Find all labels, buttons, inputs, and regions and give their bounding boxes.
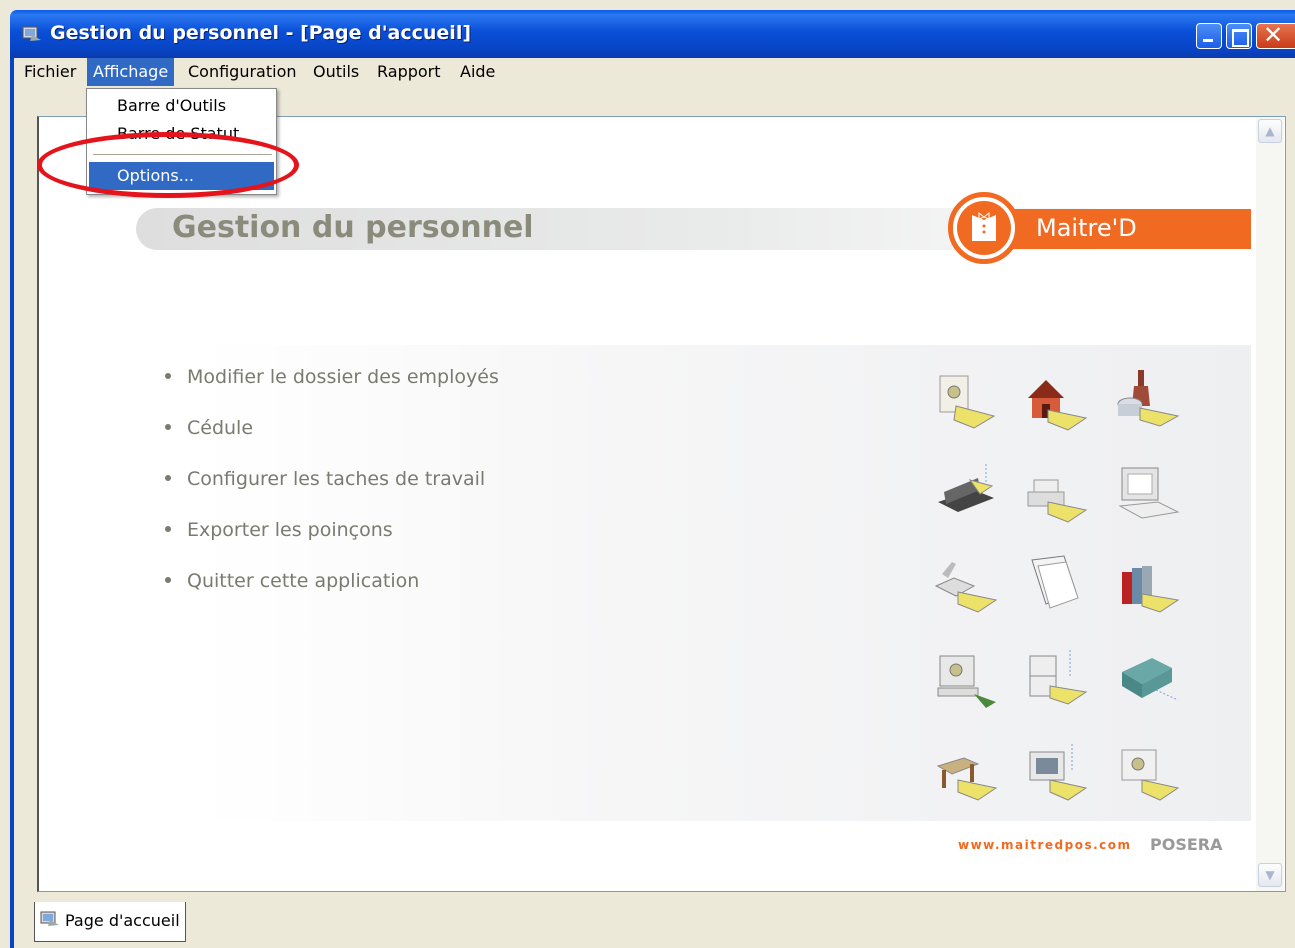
- window-title: Gestion du personnel - [Page d'accueil]: [50, 22, 472, 44]
- brand-logo: [957, 201, 1011, 255]
- link-label: Quitter cette application: [187, 570, 420, 592]
- house-icon: [1028, 380, 1088, 431]
- monitor-icon: [1118, 467, 1180, 519]
- app-icon: [22, 26, 41, 41]
- link-configurer-taches[interactable]: Configurer les taches de travail: [165, 468, 485, 498]
- bullet-icon: [165, 576, 171, 583]
- menu-fichier[interactable]: Fichier: [18, 58, 82, 86]
- restaurant-icon: [1117, 370, 1180, 427]
- server-icon: [1122, 658, 1179, 701]
- menu-outils[interactable]: Outils: [307, 58, 365, 86]
- page-icon: [40, 911, 59, 926]
- waiter-icon: [972, 211, 996, 241]
- books-icon: [1122, 566, 1180, 613]
- table-icon: [936, 757, 998, 801]
- window-titlebar[interactable]: Gestion du personnel - [Page d'accueil] …: [10, 10, 1295, 58]
- tab-label: Page d'accueil: [65, 911, 180, 930]
- menu-aide[interactable]: Aide: [454, 58, 501, 86]
- footer-url[interactable]: www.maitredpos.com: [958, 838, 1132, 852]
- menu-affichage[interactable]: Affichage: [87, 58, 175, 86]
- menu-bar: Fichier Affichage Configuration Outils R…: [14, 58, 1295, 86]
- vertical-scrollbar[interactable]: ▲ ▼: [1256, 117, 1284, 891]
- page-title: Gestion du personnel: [172, 210, 534, 245]
- link-label: Modifier le dossier des employés: [187, 366, 499, 388]
- document-icon: [939, 375, 996, 429]
- scroll-down-button[interactable]: ▼: [1258, 863, 1282, 887]
- bullet-icon: [165, 372, 171, 379]
- close-icon: ✕: [1263, 21, 1284, 49]
- link-label: Cédule: [187, 417, 254, 439]
- cabinet-icon: [1029, 650, 1088, 705]
- menu-rapport[interactable]: Rapport: [371, 58, 447, 86]
- bullet-icon: [165, 525, 171, 532]
- footer-brand: POSERA: [1150, 835, 1223, 854]
- computer-icon: [937, 655, 996, 708]
- brand-name: Maitre'D: [1036, 214, 1137, 242]
- close-button[interactable]: ✕: [1256, 21, 1295, 49]
- link-label: Exporter les poinçons: [187, 519, 393, 541]
- link-label: Configurer les taches de travail: [187, 468, 486, 490]
- link-quitter[interactable]: Quitter cette application: [165, 570, 419, 600]
- scroll-up-button[interactable]: ▲: [1258, 119, 1282, 143]
- link-exporter-poincons[interactable]: Exporter les poinçons: [165, 519, 393, 549]
- annotation-ellipse: [37, 132, 299, 198]
- menu-item-barre-outils[interactable]: Barre d'Outils: [89, 92, 274, 120]
- link-modifier-dossier[interactable]: Modifier le dossier des employés: [165, 366, 499, 396]
- printer-icon: [1027, 479, 1088, 523]
- minimize-button[interactable]: [1196, 23, 1222, 49]
- scanner-icon: [934, 562, 998, 613]
- maximize-button[interactable]: [1226, 23, 1252, 49]
- laptop-icon: [938, 464, 994, 512]
- tab-strip: [18, 900, 1295, 948]
- bullet-icon: [165, 474, 171, 481]
- screen-settings-icon: [1029, 744, 1088, 801]
- bullet-icon: [165, 423, 171, 430]
- link-cedule[interactable]: Cédule: [165, 417, 253, 447]
- record-icon: [1121, 749, 1180, 801]
- papers-icon: [1031, 555, 1079, 609]
- menu-configuration[interactable]: Configuration: [182, 58, 303, 86]
